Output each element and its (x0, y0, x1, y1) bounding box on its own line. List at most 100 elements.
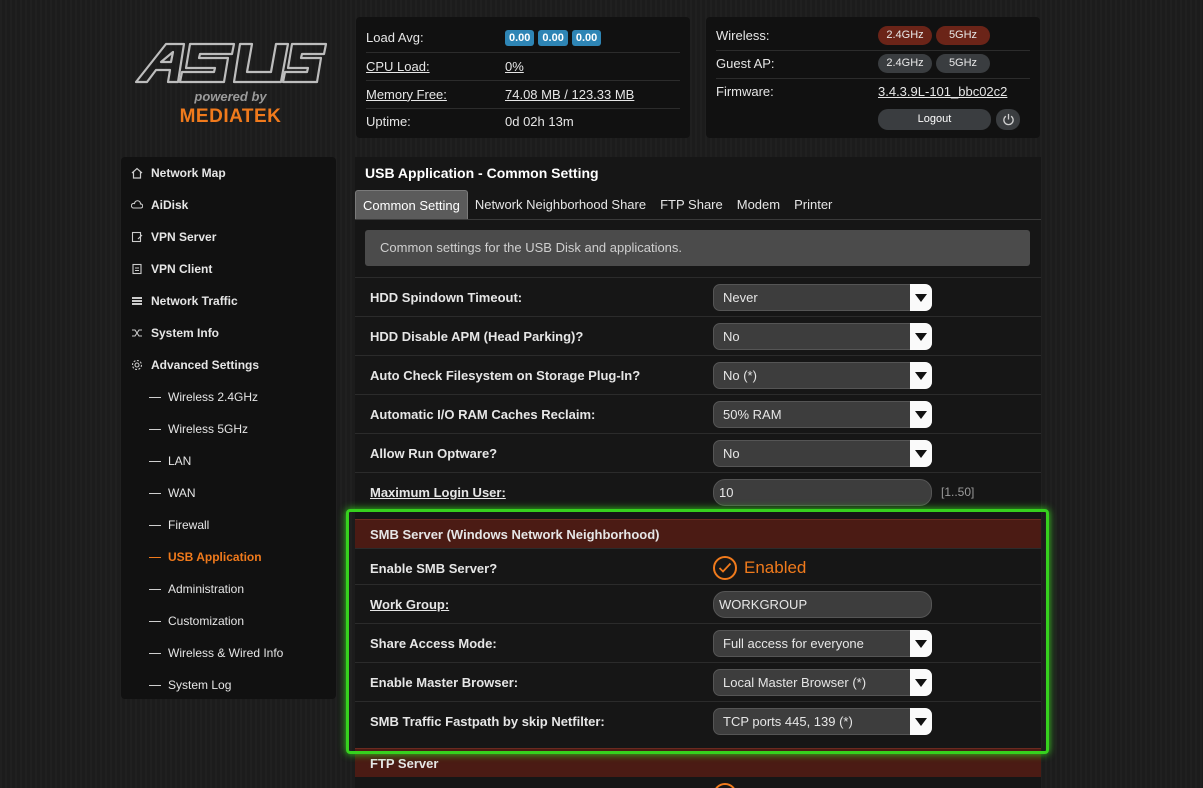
tab-common-setting[interactable]: Common Setting (355, 190, 468, 219)
power-icon (1002, 113, 1014, 126)
setting-row-share-access: Share Access Mode: Full access for every… (355, 623, 1041, 662)
memory-row[interactable]: Memory Free: 74.08 MB / 123.33 MB (366, 81, 680, 107)
sidebar-subitem-customization[interactable]: Customization (149, 605, 244, 637)
optware-select[interactable]: No (713, 440, 932, 467)
guest-24-button[interactable]: 2.4GHz (878, 53, 932, 73)
wireless-row: Wireless: 2.4GHz 5GHz (716, 22, 1030, 48)
sidebar-subitem-wireless-24[interactable]: Wireless 2.4GHz (149, 381, 258, 413)
memory-value[interactable]: 74.08 MB / 123.33 MB (505, 87, 634, 102)
smb-fastpath-select[interactable]: TCP ports 445, 139 (*) (713, 708, 932, 735)
home-icon (131, 167, 143, 179)
firmware-value[interactable]: 3.4.3.9L-101_bbc02c2 (878, 84, 1007, 99)
asus-wordmark-icon (134, 42, 328, 84)
uptime-value: 0d 02h 13m (505, 113, 574, 129)
guest-ap-row: Guest AP: 2.4GHz 5GHz (716, 50, 1030, 76)
sidebar-item-label: Network Map (151, 166, 226, 180)
master-browser-select[interactable]: Local Master Browser (*) (713, 669, 932, 696)
sidebar-subitem-wan[interactable]: WAN (149, 477, 196, 509)
sidebar-item-label: Advanced Settings (151, 358, 260, 372)
setting-row-ram-reclaim: Automatic I/O RAM Caches Reclaim: 50% RA… (355, 394, 1041, 433)
sidebar-item-vpn-server[interactable]: VPN Server (131, 221, 216, 253)
wireless-label: Wireless: (716, 27, 770, 43)
load-avg-15: 0.00 (571, 29, 602, 46)
main-content: USB Application - Common Setting Common … (355, 157, 1041, 788)
sidebar-subitem-system-log[interactable]: System Log (149, 669, 231, 701)
sidebar-subitem-lan[interactable]: LAN (149, 445, 191, 477)
reboot-button[interactable] (996, 109, 1020, 130)
wireless-status-panel: Wireless: 2.4GHz 5GHz Guest AP: 2.4GHz 5GH… (706, 17, 1040, 138)
sidebar-item-network-map[interactable]: Network Map (131, 157, 226, 189)
cloud-icon (131, 200, 143, 209)
firmware-row: Firmware: 3.4.3.9L-101_bbc02c2 (716, 78, 1030, 104)
setting-label: Allow Run Optware? (370, 446, 498, 461)
sidebar-item-label: Network Traffic (151, 294, 238, 308)
sidebar-item-network-traffic[interactable]: Network Traffic (131, 285, 238, 317)
vpn-client-icon (132, 263, 142, 275)
page-description: Common settings for the USB Disk and app… (365, 230, 1030, 266)
tab-printer[interactable]: Printer (787, 190, 839, 219)
logout-button[interactable]: Logout (878, 109, 991, 130)
gear-icon (131, 359, 143, 371)
setting-row-workgroup: Work Group: WORKGROUP (355, 584, 1041, 623)
guest-5-button[interactable]: 5GHz (936, 53, 990, 73)
workgroup-input[interactable]: WORKGROUP (713, 591, 932, 618)
sidebar-subitem-administration[interactable]: Administration (149, 573, 244, 605)
load-avg-values: 0.00 0.00 0.00 (505, 29, 605, 46)
traffic-icon (132, 297, 142, 305)
dropdown-arrow-icon (910, 323, 932, 350)
sidebar-item-label: VPN Client (151, 262, 213, 276)
ftp-enable-toggle[interactable] (713, 783, 737, 788)
uptime-label: Uptime: (366, 113, 411, 129)
wireless-24-button[interactable]: 2.4GHz (878, 25, 932, 45)
sidebar: Network Map AiDisk VPN Server VPN Client… (121, 157, 336, 699)
setting-label: HDD Disable APM (Head Parking)? (370, 329, 584, 344)
cpu-load-label[interactable]: CPU Load: (366, 59, 505, 74)
dropdown-arrow-icon (910, 669, 932, 696)
share-access-select[interactable]: Full access for everyone (713, 630, 932, 657)
sidebar-subitem-wireless-wired-info[interactable]: Wireless & Wired Info (149, 637, 283, 669)
setting-row-hdd-spindown: HDD Spindown Timeout: Never (355, 277, 1041, 316)
load-avg-5: 0.00 (538, 29, 568, 46)
sidebar-subitem-usb-application[interactable]: USB Application (149, 541, 262, 573)
cpu-load-row[interactable]: CPU Load: 0% (366, 53, 680, 79)
setting-label: Auto Check Filesystem on Storage Plug-In… (370, 368, 641, 383)
dropdown-arrow-icon (910, 284, 932, 311)
ram-reclaim-select[interactable]: 50% RAM (713, 401, 932, 428)
auto-check-fs-select[interactable]: No (*) (713, 362, 932, 389)
sidebar-item-vpn-client[interactable]: VPN Client (131, 253, 212, 285)
load-avg-label: Load Avg: (366, 29, 424, 45)
setting-label: Automatic I/O RAM Caches Reclaim: (370, 407, 596, 422)
sidebar-item-label: AiDisk (151, 198, 189, 212)
dropdown-arrow-icon (910, 630, 932, 657)
hdd-apm-select[interactable]: No (713, 323, 932, 350)
hdd-spindown-select[interactable]: Never (713, 284, 932, 311)
sidebar-item-aidisk[interactable]: AiDisk (131, 189, 188, 221)
load-avg-row: Load Avg: 0.00 0.00 0.00 (366, 24, 680, 50)
setting-row-hdd-apm: HDD Disable APM (Head Parking)? No (355, 316, 1041, 355)
smb-section-header: SMB Server (Windows Network Neighborhood… (355, 519, 1041, 548)
setting-label[interactable]: Work Group: (370, 585, 449, 624)
tab-network-neighborhood-share[interactable]: Network Neighborhood Share (468, 190, 653, 219)
memory-label[interactable]: Memory Free: (366, 87, 505, 102)
dropdown-arrow-icon (910, 440, 932, 467)
setting-row-master-browser: Enable Master Browser: Local Master Brow… (355, 662, 1041, 701)
setting-label: Enable SMB Server? (370, 561, 498, 576)
sidebar-item-system-info[interactable]: System Info (131, 317, 219, 349)
wireless-5-button[interactable]: 5GHz (936, 25, 990, 45)
smb-enable-toggle[interactable]: Enabled (713, 553, 806, 583)
page-title: USB Application - Common Setting (365, 165, 599, 181)
max-login-input[interactable]: 10 (713, 479, 932, 506)
cpu-load-value[interactable]: 0% (505, 59, 524, 74)
ftp-section-header: FTP Server (355, 748, 1041, 777)
setting-row-optware: Allow Run Optware? No (355, 433, 1041, 472)
dropdown-arrow-icon (910, 362, 932, 389)
tab-modem[interactable]: Modem (730, 190, 787, 219)
sidebar-item-advanced-settings[interactable]: Advanced Settings (131, 349, 259, 381)
system-status-panel: Load Avg: 0.00 0.00 0.00 CPU Load: 0% Memo… (356, 17, 690, 138)
sidebar-subitem-wireless-5[interactable]: Wireless 5GHz (149, 413, 248, 445)
vpn-server-icon (131, 231, 143, 243)
setting-label[interactable]: Maximum Login User: (370, 473, 506, 512)
tab-ftp-share[interactable]: FTP Share (653, 190, 730, 219)
sidebar-subitem-firewall[interactable]: Firewall (149, 509, 209, 541)
dropdown-arrow-icon (910, 401, 932, 428)
